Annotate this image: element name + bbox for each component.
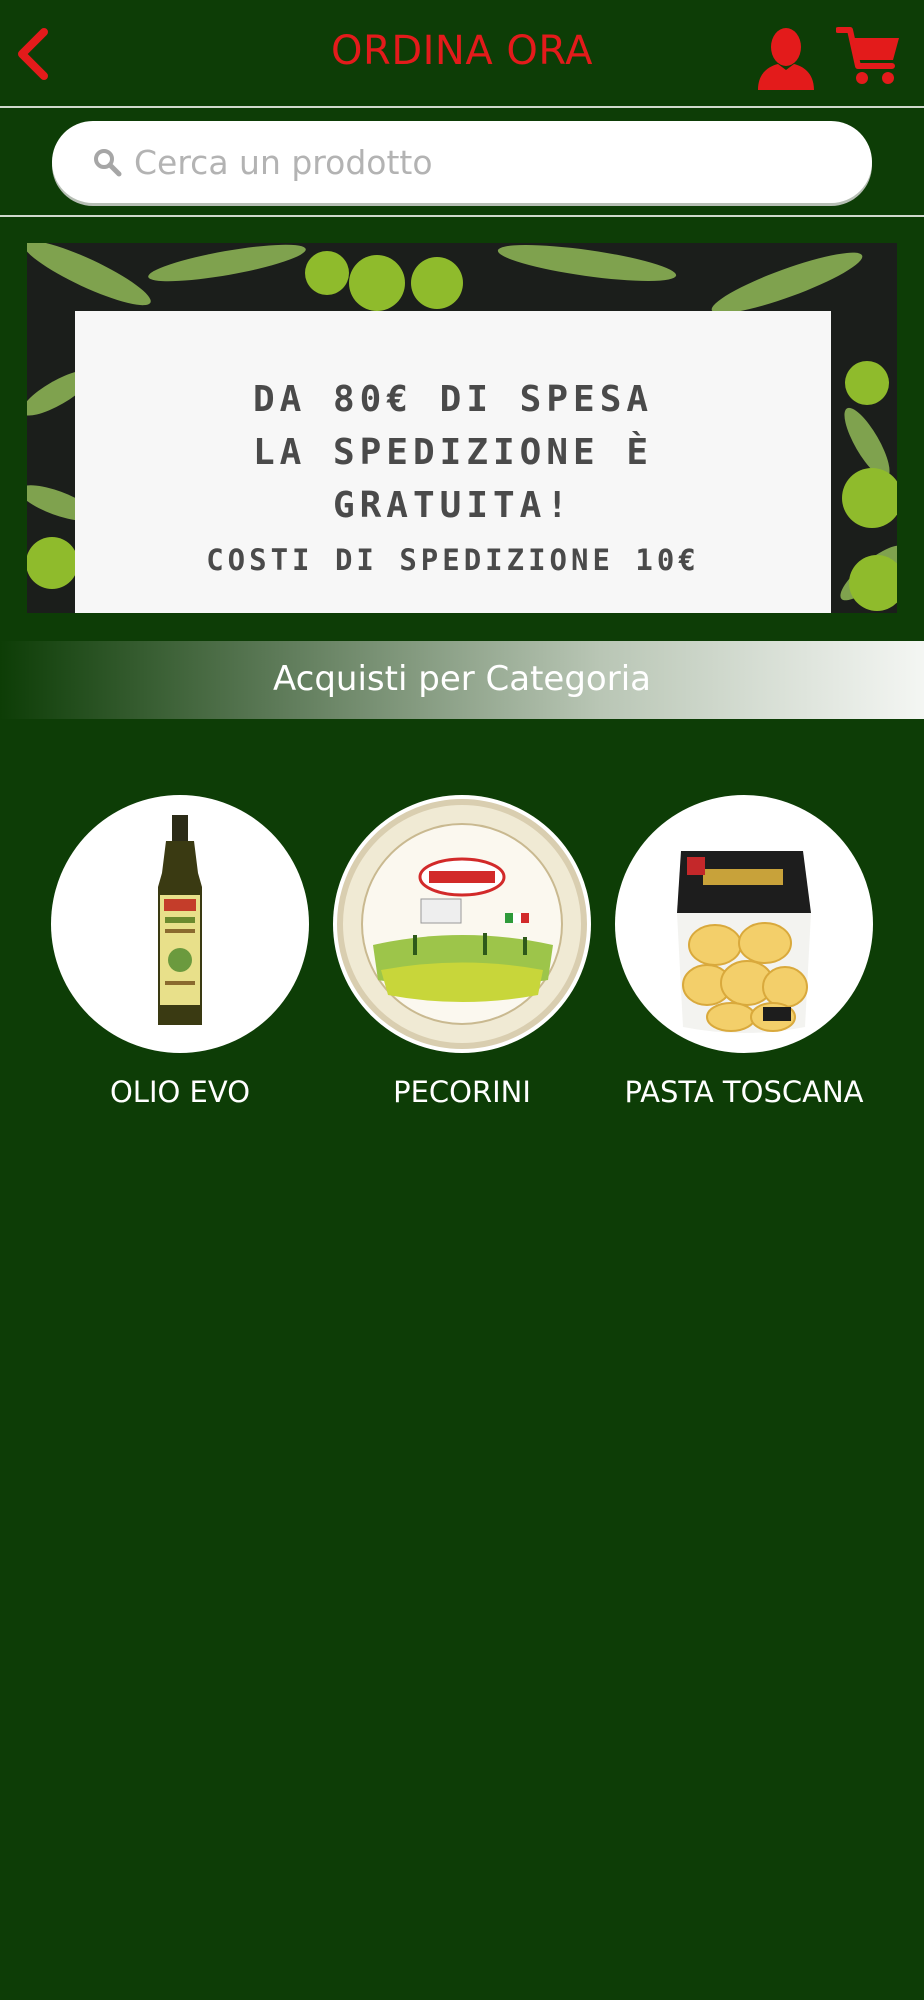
section-title: Acquisti per Categoria bbox=[273, 659, 651, 699]
pecorino-cheese-wheel-image bbox=[337, 799, 587, 1049]
promo-banner[interactable]: DA 80€ DI SPESA LA SPEDIZIONE È GRATUITA… bbox=[27, 243, 897, 613]
category-pasta-toscana[interactable]: PASTA TOSCANA bbox=[609, 795, 879, 1109]
app-header: ORDINA ORA bbox=[0, 0, 924, 108]
promo-line-3: GRATUITA! bbox=[332, 485, 574, 526]
category-image-circle bbox=[333, 795, 591, 1053]
category-label: OLIO EVO bbox=[109, 1075, 251, 1109]
account-button[interactable] bbox=[754, 26, 818, 92]
search-icon bbox=[94, 149, 122, 177]
header-divider bbox=[0, 106, 924, 108]
category-pecorini[interactable]: PECORINI bbox=[327, 795, 597, 1109]
search-divider bbox=[0, 215, 924, 217]
promo-line-2: LA SPEDIZIONE È bbox=[252, 432, 654, 473]
search-bar[interactable] bbox=[52, 121, 872, 203]
back-icon bbox=[18, 28, 48, 80]
category-olio-evo[interactable]: OLIO EVO bbox=[45, 795, 315, 1109]
olive-oil-bottle-image bbox=[158, 815, 202, 1025]
cart-icon bbox=[835, 27, 899, 84]
category-label: PASTA TOSCANA bbox=[624, 1075, 864, 1109]
promo-line-1: DA 80€ DI SPESA bbox=[252, 379, 654, 420]
category-image-circle bbox=[51, 795, 309, 1053]
category-image-circle bbox=[615, 795, 873, 1053]
user-icon bbox=[758, 28, 814, 90]
promo-card: DA 80€ DI SPESA LA SPEDIZIONE È GRATUITA… bbox=[75, 311, 831, 613]
category-label: PECORINI bbox=[393, 1075, 531, 1109]
back-button[interactable] bbox=[14, 26, 54, 82]
search-input[interactable] bbox=[134, 131, 834, 193]
promo-line-4: COSTI DI SPEDIZIONE 10€ bbox=[206, 543, 700, 577]
category-section-header: Acquisti per Categoria bbox=[0, 641, 924, 719]
pasta-package-image bbox=[677, 851, 811, 1033]
app-screen: ORDINA ORA Cerca un prodotto DA 80€ DI S… bbox=[0, 0, 924, 2000]
cart-button[interactable] bbox=[835, 24, 902, 90]
